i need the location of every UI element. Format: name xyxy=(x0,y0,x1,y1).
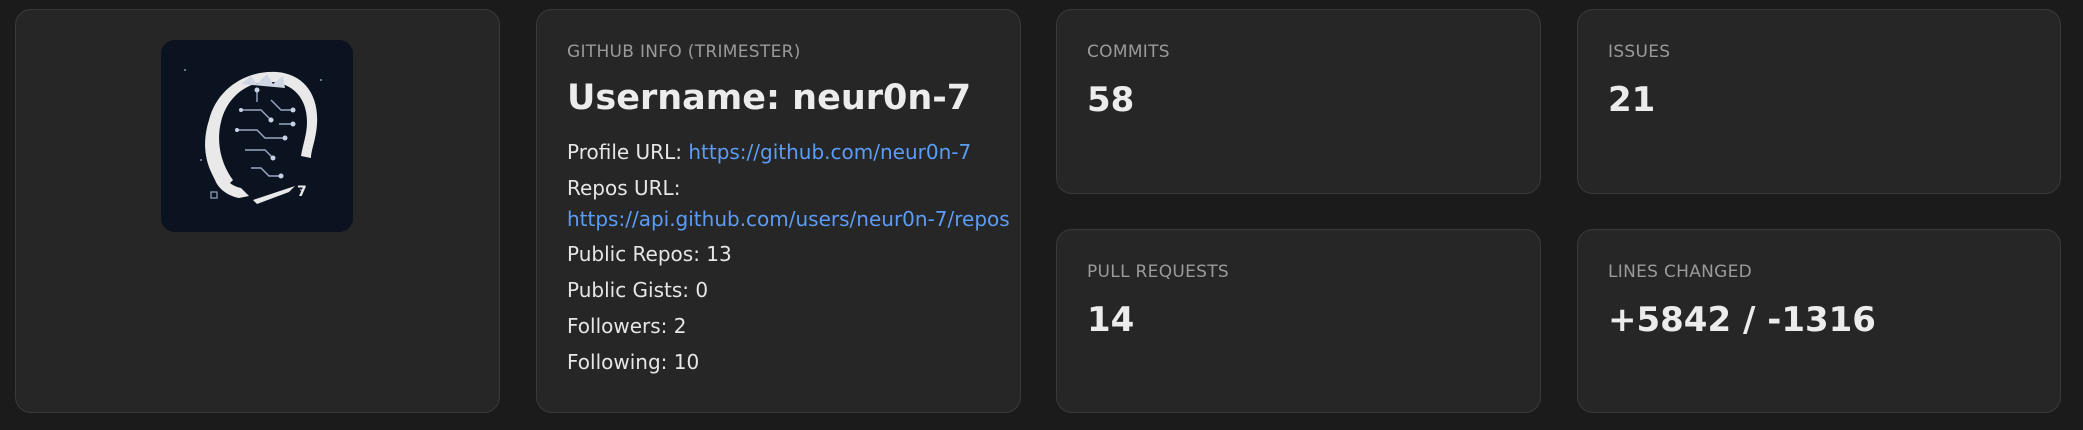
lines-changed-value: +5842 / -1316 xyxy=(1608,300,1876,340)
github-info-card: GITHUB INFO (TRIMESTER) Username: neur0n… xyxy=(536,9,1021,413)
issues-card: ISSUES 21 xyxy=(1577,9,2061,194)
pull-requests-value: 14 xyxy=(1087,300,1135,340)
issues-label: ISSUES xyxy=(1608,42,1671,62)
issues-value: 21 xyxy=(1608,80,1656,120)
followers-count: Followers: 2 xyxy=(567,314,687,338)
commits-label: COMMITS xyxy=(1087,42,1170,62)
public-gists-count: Public Gists: 0 xyxy=(567,278,709,302)
avatar-badge-text: 7 xyxy=(297,184,307,200)
repos-url-label: Repos URL: xyxy=(567,176,681,200)
commits-value: 58 xyxy=(1087,80,1135,120)
lines-changed-card: LINES CHANGED +5842 / -1316 xyxy=(1577,229,2061,413)
repos-url-link[interactable]: https://api.github.com/users/neur0n-7/re… xyxy=(567,207,1010,231)
avatar: 7 xyxy=(161,40,353,232)
public-repos-count: Public Repos: 13 xyxy=(567,242,732,266)
ai-head-avatar-icon xyxy=(161,40,353,232)
profile-url-label: Profile URL: xyxy=(567,140,682,164)
github-info-label: GITHUB INFO (TRIMESTER) xyxy=(567,42,801,62)
profile-url-row: Profile URL: https://github.com/neur0n-7 xyxy=(567,140,971,164)
username-heading: Username: neur0n-7 xyxy=(567,78,972,118)
commits-card: COMMITS 58 xyxy=(1056,9,1541,194)
pull-requests-card: PULL REQUESTS 14 xyxy=(1056,229,1541,413)
lines-changed-label: LINES CHANGED xyxy=(1608,262,1753,282)
pull-requests-label: PULL REQUESTS xyxy=(1087,262,1230,282)
profile-url-link[interactable]: https://github.com/neur0n-7 xyxy=(688,140,971,164)
following-count: Following: 10 xyxy=(567,350,700,374)
avatar-card: 7 xyxy=(15,9,500,413)
